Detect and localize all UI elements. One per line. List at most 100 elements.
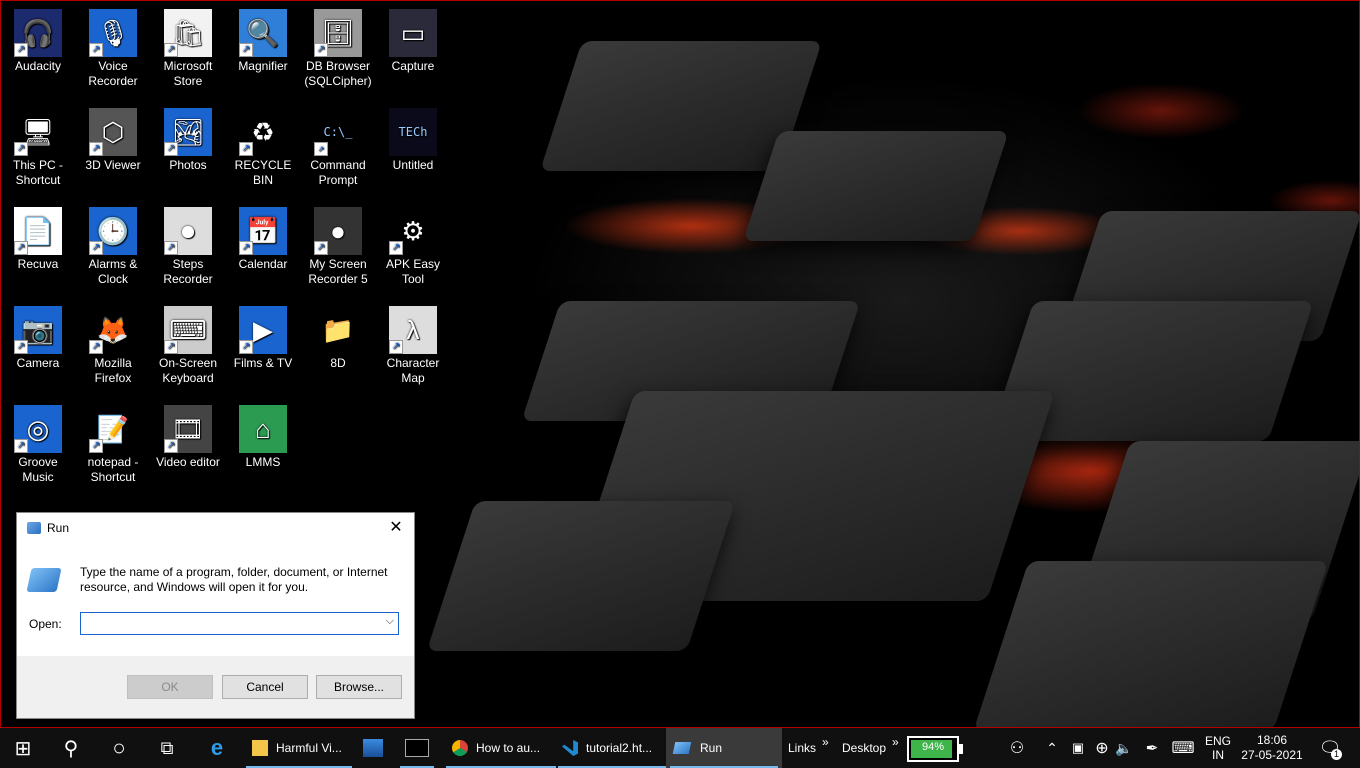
taskbar-chrome[interactable]: How to au...	[442, 728, 560, 768]
desktop-icon-label: Capture	[391, 59, 435, 73]
taskbar-photos[interactable]	[352, 728, 394, 768]
keyboard-icon[interactable]: ⌨	[1170, 728, 1196, 768]
desktop-icon[interactable]: 📷 ↗ Camera	[1, 303, 75, 371]
battery-meter[interactable]: 94%	[907, 736, 963, 762]
app-icon: ▭	[389, 9, 437, 57]
desktop-icon-label: My Screen Recorder 5	[308, 257, 368, 286]
desktop-icon[interactable]: ▶ ↗ Films & TV	[226, 303, 300, 371]
shortcut-arrow-icon: ↗	[89, 241, 103, 255]
desktop-icon[interactable]: 🎧 ↗ Audacity	[1, 6, 75, 74]
app-icon: 🎞 ↗	[164, 405, 212, 453]
taskbar-chrome-label: How to au...	[476, 741, 541, 755]
desktop-icon-label: Photos	[169, 158, 207, 172]
people-icon[interactable]: ⚇	[1006, 728, 1028, 768]
desktop-icon[interactable]: ⌂ LMMS	[226, 402, 300, 470]
ok-button[interactable]: OK	[127, 675, 213, 699]
clock[interactable]: 18:06 27-05-2021	[1240, 728, 1304, 768]
language-indicator[interactable]: ENG IN	[1204, 728, 1232, 768]
shortcut-arrow-icon: ↗	[314, 43, 328, 57]
desktop-icon[interactable]: 📅 ↗ Calendar	[226, 204, 300, 272]
run-icon	[27, 522, 41, 534]
shortcut-arrow-icon: ↗	[239, 142, 253, 156]
shortcut-arrow-icon: ↗	[89, 142, 103, 156]
app-icon: 📄 ↗	[14, 207, 62, 255]
links-toolbar[interactable]: Links »	[788, 728, 829, 768]
close-icon[interactable]: ✕	[386, 517, 406, 537]
desktop-icon[interactable]: 🏞 ↗ Photos	[151, 105, 225, 173]
desktop-icon[interactable]: 🕒 ↗ Alarms & Clock	[76, 204, 150, 287]
desktop-icon-label: RECYCLE BIN	[234, 158, 292, 187]
desktop-icon-label: notepad - Shortcut	[87, 455, 139, 484]
notification-count: 1	[1331, 749, 1342, 760]
desktop[interactable]: 🎧 ↗ Audacity 🎙 ↗ Voice Recorder 🛍 ↗ Microsoft St…	[0, 0, 1360, 728]
cancel-button[interactable]: Cancel	[222, 675, 308, 699]
desktop-icon-label: APK Easy Tool	[385, 257, 441, 286]
defender-icon[interactable]: ▣	[1068, 728, 1088, 768]
desktop-icon[interactable]: 🎞 ↗ Video editor	[151, 402, 225, 470]
desktop-icon[interactable]: TECh Untitled	[376, 105, 450, 173]
open-input[interactable]	[81, 613, 383, 632]
desktop-icon-label: Video editor	[156, 455, 220, 469]
run-footer: OK Cancel Browse...	[17, 656, 414, 718]
desktop-icon[interactable]: 🖥 ↗ This PC - Shortcut	[1, 105, 75, 188]
desktop-icon[interactable]: 🔍 ↗ Magnifier	[226, 6, 300, 74]
desktop-icon[interactable]: ◎ ↗ Groove Music	[1, 402, 75, 485]
desktop-icon-label: Voice Recorder	[88, 59, 138, 88]
shortcut-arrow-icon: ↗	[314, 142, 328, 156]
task-view-icon[interactable]: ⧉	[144, 728, 190, 768]
shortcut-arrow-icon: ↗	[14, 142, 28, 156]
windows-start-icon[interactable]: ⊞	[0, 728, 46, 768]
app-icon: 📁	[321, 314, 355, 345]
chevron-up-icon[interactable]: ⌃	[1042, 728, 1062, 768]
desktop-icon[interactable]: ⚙ ↗ APK Easy Tool	[376, 204, 450, 287]
cmd-icon	[405, 739, 429, 757]
desktop-icon[interactable]: 🦊 ↗ Mozilla Firefox	[76, 303, 150, 386]
wallpaper-tile	[743, 131, 1009, 241]
desktop-icon[interactable]: 🎙 ↗ Voice Recorder	[76, 6, 150, 89]
shortcut-arrow-icon: ↗	[389, 340, 403, 354]
shortcut-arrow-icon: ↗	[164, 142, 178, 156]
taskbar-vscode-label: tutorial2.ht...	[586, 741, 653, 755]
browse-button[interactable]: Browse...	[316, 675, 402, 699]
chrome-icon	[452, 740, 468, 756]
taskbar-vscode[interactable]: tutorial2.ht...	[554, 728, 670, 768]
run-description: Type the name of a program, folder, docu…	[80, 565, 388, 594]
desktop-icon[interactable]: 🗄 ↗ DB Browser (SQLCipher)	[301, 6, 375, 89]
open-combobox[interactable]: ⌵	[80, 612, 399, 635]
chevron-down-icon[interactable]: ⌵	[386, 615, 394, 628]
desktop-icon[interactable]: 📁 8D	[301, 303, 375, 371]
network-globe-icon[interactable]: ⊕	[1092, 728, 1112, 768]
desktop-icon[interactable]: 📄 ↗ Recuva	[1, 204, 75, 272]
desktop-icon[interactable]: ⌨ ↗ On-Screen Keyboard	[151, 303, 225, 386]
desktop-icon[interactable]: ♻ ↗ RECYCLE BIN	[226, 105, 300, 188]
search-icon[interactable]: ⚲	[48, 728, 94, 768]
desktop-icon[interactable]: 📝 ↗ notepad - Shortcut	[76, 402, 150, 485]
clock-date: 27-05-2021	[1241, 748, 1303, 762]
desktop-icon-label: LMMS	[245, 455, 281, 469]
pen-icon[interactable]: ✒	[1142, 728, 1162, 768]
desktop-icon[interactable]: ● ↗ My Screen Recorder 5	[301, 204, 375, 287]
taskbar-run[interactable]: Run	[666, 728, 782, 768]
run-dialog: Run ✕ Type the name of a program, folder…	[16, 512, 415, 719]
desktop-icon[interactable]: ▭ Capture	[376, 6, 450, 74]
desktop-icon[interactable]: 🛍 ↗ Microsoft Store	[151, 6, 225, 89]
desktop-icon[interactable]: C:\_ ↗ Command Prompt	[301, 105, 375, 188]
taskbar-explorer[interactable]: Harmful Vi...	[242, 728, 356, 768]
shortcut-arrow-icon: ↗	[164, 340, 178, 354]
shortcut-arrow-icon: ↗	[239, 340, 253, 354]
run-title-bar[interactable]: Run	[17, 513, 414, 543]
desktop-icon[interactable]: λ ↗ Character Map	[376, 303, 450, 386]
app-icon: 📷 ↗	[14, 306, 62, 354]
notification-center[interactable]: 🗨 1	[1316, 728, 1344, 768]
taskbar-cmd[interactable]	[396, 728, 438, 768]
cortana-icon[interactable]: ○	[96, 728, 142, 768]
desktop-icon[interactable]: ⏺ ↗ Steps Recorder	[151, 204, 225, 287]
desktop-icon-label: DB Browser (SQLCipher)	[304, 59, 372, 88]
desktop-toolbar[interactable]: Desktop »	[842, 728, 899, 768]
desktop-chevron-icon: »	[892, 735, 899, 749]
desktop-icon[interactable]: ⬡ ↗ 3D Viewer	[76, 105, 150, 173]
edge-icon[interactable]: e	[196, 728, 238, 768]
volume-icon[interactable]: 🔈	[1114, 728, 1134, 768]
shortcut-arrow-icon: ↗	[14, 241, 28, 255]
app-icon: 🗄 ↗	[314, 9, 362, 57]
